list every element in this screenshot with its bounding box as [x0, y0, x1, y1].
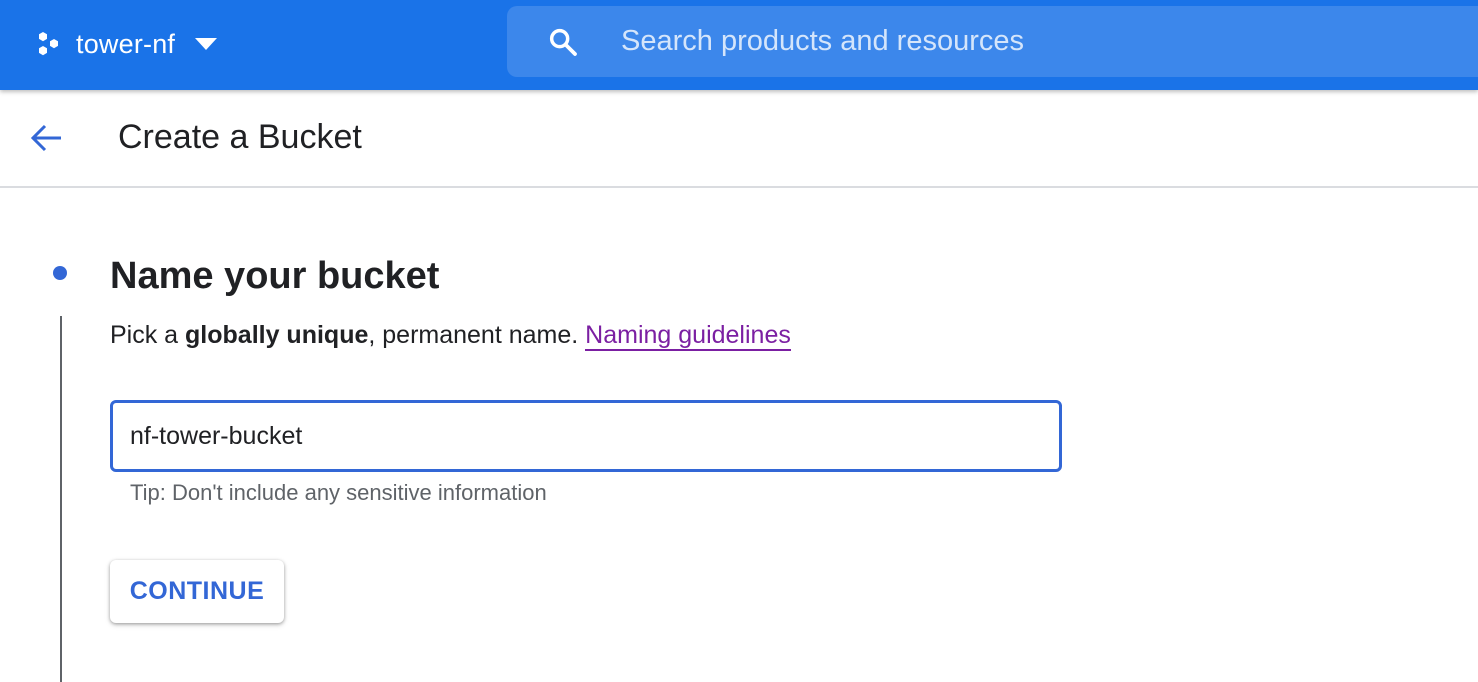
project-name: tower-nf — [76, 28, 176, 59]
step-indicator-dot — [53, 266, 67, 280]
step-description-bold: globally unique — [185, 321, 369, 349]
arrow-back-icon[interactable] — [26, 118, 66, 158]
project-selector[interactable]: tower-nf — [34, 24, 218, 64]
step-description-suffix: , permanent name. — [368, 321, 586, 349]
project-hexagon-icon — [39, 32, 58, 56]
search-icon[interactable] — [547, 26, 579, 58]
field-hint: Tip: Don't include any sensitive informa… — [130, 480, 547, 505]
continue-button[interactable]: CONTINUE — [110, 560, 284, 623]
naming-guidelines-link[interactable]: Naming guidelines — [585, 321, 791, 351]
step-description-prefix: Pick a — [110, 321, 186, 349]
bucket-name-input[interactable] — [130, 403, 1030, 469]
step-description: Pick a globally unique, permanent name. … — [110, 318, 791, 352]
step-title: Name your bucket — [110, 255, 440, 297]
top-app-bar: tower-nf — [0, 0, 1478, 90]
step-connector-line — [60, 316, 62, 682]
caret-down-icon — [195, 38, 218, 50]
page-title: Create a Bucket — [118, 118, 362, 156]
bucket-name-field[interactable] — [110, 400, 1062, 472]
search-input[interactable] — [619, 24, 1423, 59]
search-bar[interactable] — [507, 6, 1478, 77]
page-header: Create a Bucket — [0, 90, 1478, 188]
